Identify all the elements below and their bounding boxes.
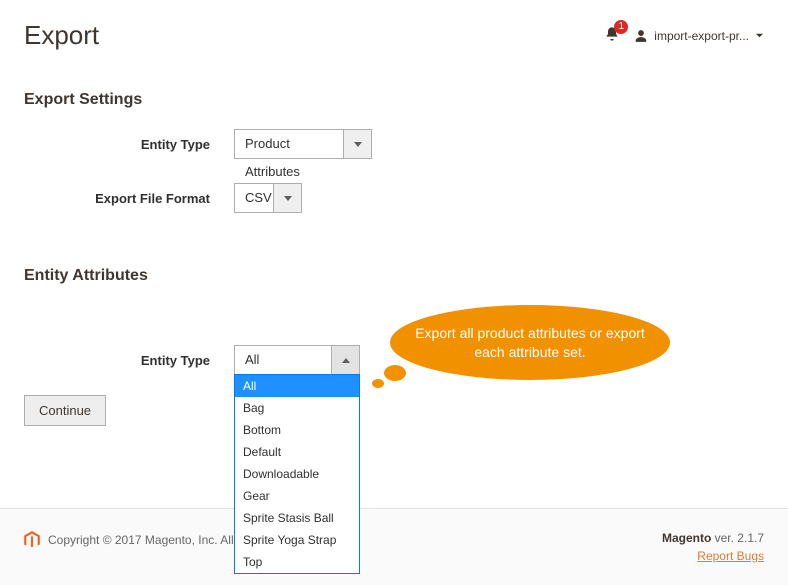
dropdown-option[interactable]: Bag: [235, 397, 359, 419]
dropdown-option[interactable]: Sprite Stasis Ball: [235, 507, 359, 529]
user-icon: [634, 29, 648, 43]
product-name: Magento: [662, 531, 711, 545]
footer: Copyright © 2017 Magento, Inc. All rig M…: [0, 508, 788, 585]
version-text: ver. 2.1.7: [711, 531, 764, 545]
chevron-up-icon: [342, 358, 350, 363]
dropdown-option[interactable]: Bottom: [235, 419, 359, 441]
attr-entity-type-label: Entity Type: [24, 353, 234, 368]
file-format-label: Export File Format: [24, 191, 234, 206]
user-menu[interactable]: import-export-pr...: [634, 29, 764, 43]
dropdown-option[interactable]: All: [235, 375, 359, 397]
tooltip-callout: Export all product attributes or export …: [390, 305, 670, 380]
dropdown-option[interactable]: Downloadable: [235, 463, 359, 485]
attr-entity-type-toggle[interactable]: [332, 345, 360, 375]
file-format-toggle[interactable]: [274, 183, 302, 213]
tooltip-tail: [384, 365, 406, 381]
magento-logo-icon: [24, 531, 40, 549]
chevron-down-icon: [354, 142, 362, 147]
entity-type-select[interactable]: Product Attributes: [234, 129, 372, 159]
username-label: import-export-pr...: [654, 29, 749, 43]
file-format-value: CSV: [234, 183, 274, 213]
chevron-down-icon: [284, 196, 292, 201]
entity-type-toggle[interactable]: [344, 129, 372, 159]
file-format-select[interactable]: CSV: [234, 183, 302, 213]
dropdown-option[interactable]: Sprite Yoga Strap: [235, 529, 359, 551]
entity-type-value: Product Attributes: [234, 129, 344, 159]
tooltip-tail: [372, 379, 384, 388]
dropdown-option[interactable]: Top: [235, 551, 359, 573]
chevron-down-icon: [755, 31, 764, 40]
dropdown-option[interactable]: Gear: [235, 485, 359, 507]
copyright-text: Copyright © 2017 Magento, Inc. All rig: [48, 533, 250, 547]
attr-entity-type-select[interactable]: All AllBagBottomDefaultDownloadableGearS…: [234, 345, 360, 375]
page-title: Export: [24, 20, 99, 51]
tooltip-text: Export all product attributes or export …: [390, 305, 670, 380]
notifications-button[interactable]: 1: [604, 26, 620, 45]
attr-entity-type-options: AllBagBottomDefaultDownloadableGearSprit…: [234, 374, 360, 574]
notification-badge: 1: [614, 20, 628, 34]
attr-entity-type-value: All: [234, 345, 332, 375]
dropdown-option[interactable]: Default: [235, 441, 359, 463]
entity-attributes-heading: Entity Attributes: [0, 219, 788, 299]
entity-type-label: Entity Type: [24, 137, 234, 152]
continue-button[interactable]: Continue: [24, 395, 106, 426]
export-settings-heading: Export Settings: [0, 61, 788, 123]
report-bugs-link[interactable]: Report Bugs: [697, 549, 764, 563]
header-actions: 1 import-export-pr...: [604, 26, 764, 45]
